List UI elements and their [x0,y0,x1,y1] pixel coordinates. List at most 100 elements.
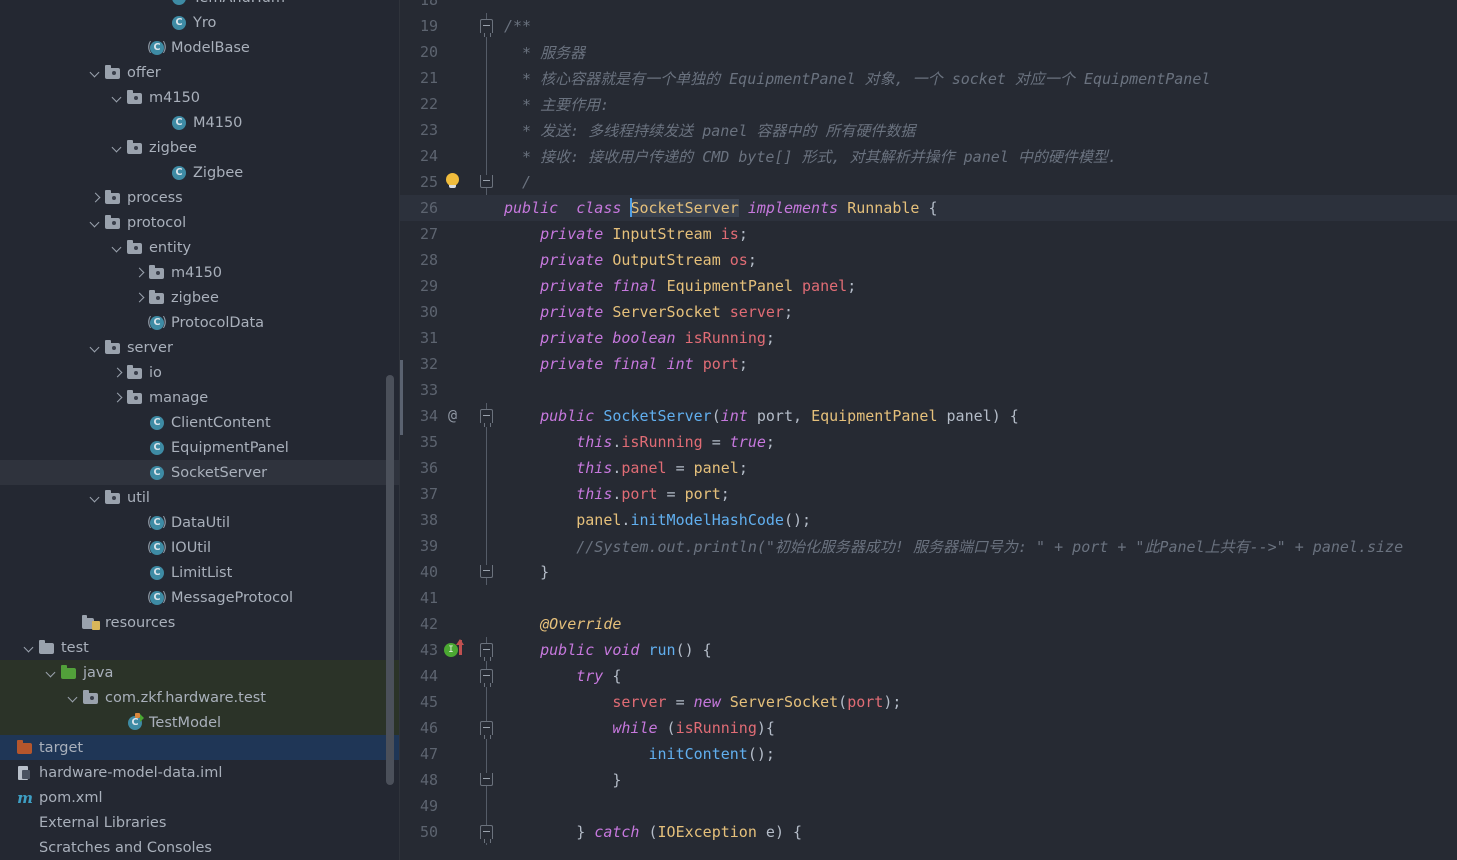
chevron-down-icon[interactable] [66,690,82,706]
fold-region-line[interactable] [476,507,498,533]
code-line[interactable]: 46 while (isRunning){ [400,715,1457,741]
tree-item-manage[interactable]: manage [0,385,400,410]
code-line[interactable]: 24 * 接收: 接收用户传递的 CMD byte[] 形式, 对其解析并操作 … [400,143,1457,169]
code-line[interactable]: 45 server = new ServerSocket(port); [400,689,1457,715]
code-line[interactable]: 26 public class SocketServer implements R… [400,195,1457,221]
fold-region-start[interactable] [476,637,498,663]
code-line[interactable]: 28 private OutputStream os; [400,247,1457,273]
tree-item-test[interactable]: test [0,635,400,660]
fold-region-start[interactable] [476,403,498,429]
tree-item-external-libraries[interactable]: External Libraries [0,810,400,835]
code-line[interactable]: 29 private final EquipmentPanel panel; [400,273,1457,299]
tree-item-java[interactable]: java [0,660,400,685]
tree-item-yro[interactable]: C Yro [0,10,400,35]
chevron-down-icon[interactable] [88,340,104,356]
tree-item-server[interactable]: server [0,335,400,360]
chevron-down-icon[interactable] [22,640,38,656]
tree-item-messageprotocol[interactable]: CMessageProtocol [0,585,400,610]
code-line[interactable]: 25 / [400,169,1457,195]
fold-region-line[interactable] [476,455,498,481]
editor-scroll-marker-2[interactable] [400,845,1457,860]
tree-item-zigbee[interactable]: zigbee [0,135,400,160]
annotation-gutter-icon[interactable]: @ [440,403,476,429]
chevron-right-icon[interactable] [132,290,148,306]
code-line[interactable]: 27 private InputStream is; [400,221,1457,247]
tree-item-process[interactable]: process [0,185,400,210]
project-tree[interactable]: CTemAndHumCYroCModelBaseofferm4150CM4150… [0,0,400,860]
code-line[interactable]: 49 [400,793,1457,819]
tree-item-ioutil[interactable]: CIOUtil [0,535,400,560]
tree-item-equipmentpanel[interactable]: C EquipmentPanel [0,435,400,460]
code-line[interactable]: 43 I public void run() { [400,637,1457,663]
implementing-method-icon[interactable]: I [440,637,476,663]
tree-item-socketserver[interactable]: C SocketServer [0,460,400,485]
code-line[interactable]: 21 * 核心容器就是有一个单独的 EquipmentPanel 对象, 一个 … [400,65,1457,91]
intention-bulb-icon[interactable] [440,169,476,195]
code-line[interactable]: 19 /** [400,13,1457,39]
tree-item-resources[interactable]: resources [0,610,400,635]
fold-region-line[interactable] [476,689,498,715]
tree-item-protocol[interactable]: protocol [0,210,400,235]
tree-item-m4150[interactable]: m4150 [0,260,400,285]
code-line[interactable]: 42 @Override [400,611,1457,637]
tree-item-m4150[interactable]: m4150 [0,85,400,110]
fold-region-start[interactable] [476,819,498,845]
fold-region-start[interactable] [476,13,498,39]
code-line[interactable]: 44 try { [400,663,1457,689]
tree-item-hardware-model-data-iml[interactable]: hardware-model-data.iml [0,760,400,785]
tree-item-io[interactable]: io [0,360,400,385]
tree-item-modelbase[interactable]: CModelBase [0,35,400,60]
fold-region-line[interactable] [476,741,498,767]
code-line[interactable]: 31 private boolean isRunning; [400,325,1457,351]
code-line[interactable]: 38 panel.initModelHashCode(); [400,507,1457,533]
chevron-right-icon[interactable] [88,190,104,206]
chevron-down-icon[interactable] [88,490,104,506]
chevron-down-icon[interactable] [110,240,126,256]
tree-item-offer[interactable]: offer [0,60,400,85]
tree-item-target[interactable]: target [0,735,400,760]
tree-item-util[interactable]: util [0,485,400,510]
editor-lines[interactable]: 18 19/** 20 * 服务器 21 * 核心容器就是有一个单独的 Equipme… [400,0,1457,845]
tree-item-limitlist[interactable]: C LimitList [0,560,400,585]
chevron-down-icon[interactable] [110,90,126,106]
code-line[interactable]: 41 [400,585,1457,611]
chevron-down-icon[interactable] [110,140,126,156]
tree-item-m4150[interactable]: C M4150 [0,110,400,135]
fold-region-line[interactable] [476,91,498,117]
code-line[interactable]: 40 } [400,559,1457,585]
code-line[interactable]: 32 private final int port; [400,351,1457,377]
tree-item-zigbee[interactable]: C Zigbee [0,160,400,185]
fold-region-start[interactable] [476,663,498,689]
fold-region-end[interactable] [476,169,498,195]
code-line[interactable]: 50 } catch (IOException e) { [400,819,1457,845]
code-line[interactable]: 30 private ServerSocket server; [400,299,1457,325]
tree-item-zigbee[interactable]: zigbee [0,285,400,310]
chevron-right-icon[interactable] [132,265,148,281]
project-panel-scrollbar[interactable] [386,375,394,785]
chevron-right-icon[interactable] [110,390,126,406]
tree-item-com-zkf-hardware-test[interactable]: com.zkf.hardware.test [0,685,400,710]
fold-region-line[interactable] [476,143,498,169]
code-line[interactable]: 48 } [400,767,1457,793]
fold-region-line[interactable] [476,39,498,65]
code-line[interactable]: 35 this.isRunning = true; [400,429,1457,455]
tree-item-clientcontent[interactable]: C ClientContent [0,410,400,435]
tree-item-entity[interactable]: entity [0,235,400,260]
code-line[interactable]: 23 * 发送: 多线程持续发送 panel 容器中的 所有硬件数据 [400,117,1457,143]
code-editor[interactable]: 18 19/** 20 * 服务器 21 * 核心容器就是有一个单独的 Equipme… [400,0,1457,860]
fold-region-line[interactable] [476,481,498,507]
tree-item-scratches-and-consoles[interactable]: Scratches and Consoles [0,835,400,860]
chevron-down-icon[interactable] [44,665,60,681]
code-line[interactable]: 20 * 服务器 [400,39,1457,65]
code-line[interactable]: 18 [400,0,1457,13]
chevron-down-icon[interactable] [88,65,104,81]
tree-item-pom-xml[interactable]: m pom.xml [0,785,400,810]
tree-item-protocoldata[interactable]: CProtocolData [0,310,400,335]
fold-region-line[interactable] [476,429,498,455]
code-line[interactable]: 37 this.port = port; [400,481,1457,507]
code-line[interactable]: 36 this.panel = panel; [400,455,1457,481]
chevron-down-icon[interactable] [88,215,104,231]
fold-region-line[interactable] [476,117,498,143]
fold-region-line[interactable] [476,65,498,91]
tree-item-testmodel[interactable]: C TestModel [0,710,400,735]
